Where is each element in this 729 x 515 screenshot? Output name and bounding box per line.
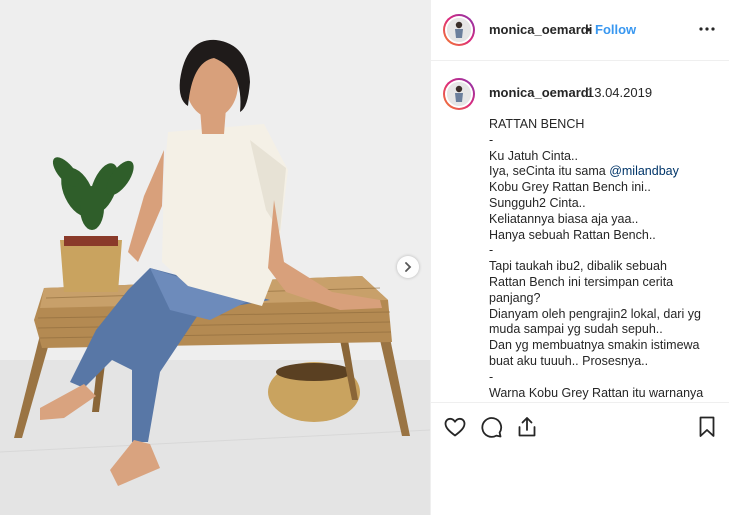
heart-icon bbox=[444, 417, 466, 437]
caption-line: Ku Jatuh Cinta.. bbox=[489, 148, 578, 163]
action-bar bbox=[431, 402, 729, 449]
caption-line: muda sampai yg sudah sepuh.. bbox=[489, 322, 663, 337]
chevron-right-icon bbox=[405, 262, 412, 272]
caption-line: Hanya sebuah Rattan Bench.. bbox=[489, 227, 656, 242]
caption-line: - bbox=[489, 369, 494, 384]
caption-line: buat aku tuuuh.. Prosesnya.. bbox=[489, 353, 649, 368]
caption-line: panjang? bbox=[489, 290, 541, 305]
post-side-panel: monica_oemardi • Follow monica_oemardi 1… bbox=[430, 0, 729, 515]
caption-area[interactable]: monica_oemardi 13.04.2019 RATTAN BENCH -… bbox=[431, 62, 729, 402]
caption-line: RATTAN BENCH bbox=[489, 117, 585, 131]
share-icon bbox=[518, 417, 536, 437]
caption-line: Tapi taukah ibu2, dibalik sebuah bbox=[489, 259, 667, 274]
caption-line: Warna Kobu Grey Rattan itu warnanya bbox=[489, 385, 704, 400]
caption-line: Dan yg membuatnya smakin istimewa bbox=[489, 338, 700, 353]
avatar-image bbox=[447, 82, 471, 106]
author-username[interactable]: monica_oemardi bbox=[489, 22, 592, 37]
next-photo-button[interactable] bbox=[397, 256, 419, 278]
more-icon bbox=[699, 27, 715, 31]
comment-button[interactable] bbox=[479, 415, 503, 439]
caption-line: Kobu Grey Rattan Bench ini.. bbox=[489, 180, 651, 195]
separator-dot: • bbox=[586, 22, 591, 37]
save-button[interactable] bbox=[695, 415, 719, 439]
follow-button[interactable]: Follow bbox=[595, 22, 636, 37]
author-avatar[interactable] bbox=[443, 14, 475, 46]
caption-line: - bbox=[489, 132, 494, 147]
post-header: monica_oemardi • Follow bbox=[431, 0, 729, 61]
caption-line-with-mention: Iya, seCinta itu sama @milandbay bbox=[489, 164, 711, 180]
like-button[interactable] bbox=[443, 415, 467, 439]
caption-line: Sungguh2 Cinta.. bbox=[489, 195, 586, 210]
caption-line: - bbox=[489, 243, 494, 258]
caption-date: 13.04.2019 bbox=[587, 85, 653, 100]
avatar-image bbox=[447, 18, 471, 42]
more-options-button[interactable] bbox=[699, 19, 715, 35]
caption-line: Iya, seCinta itu sama bbox=[489, 164, 610, 179]
post-photo[interactable] bbox=[0, 0, 430, 515]
comment-icon bbox=[481, 417, 503, 438]
caption-text: RATTAN BENCH - Ku Jatuh Cinta.. Iya, seC… bbox=[489, 117, 711, 401]
caption-avatar[interactable] bbox=[443, 78, 475, 110]
caption-line: Dianyam oleh pengrajin2 lokal, dari yg bbox=[489, 306, 701, 321]
caption-line: Keliatannya biasa aja yaa.. bbox=[489, 211, 639, 226]
share-button[interactable] bbox=[515, 415, 539, 439]
photo-illustration bbox=[0, 0, 430, 515]
caption-username[interactable]: monica_oemardi bbox=[489, 85, 592, 100]
bookmark-icon bbox=[699, 416, 715, 437]
caption-line: Rattan Bench ini tersimpan cerita bbox=[489, 274, 674, 289]
mention-link[interactable]: @milandbay bbox=[609, 164, 679, 178]
